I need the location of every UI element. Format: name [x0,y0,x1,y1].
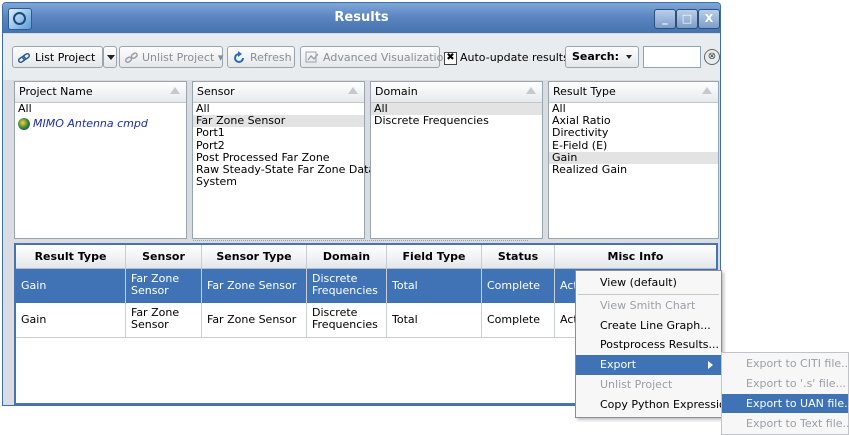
result-type-filter-pane: Result Type All Axial Ratio Directivity … [548,81,719,239]
menu-item-export-citi[interactable]: Export to CITI file... [722,354,849,373]
domain-filter-item[interactable]: Discrete Frequencies [371,115,542,127]
sensor-filter-item[interactable]: Port2 [193,139,364,152]
window-title: Results [334,10,389,25]
cell-field-type: Total [387,303,482,337]
minimize-button[interactable]: _ [654,9,676,29]
project-filter-header[interactable]: Project Name [15,82,186,103]
cell-result-type: Gain [16,303,126,337]
column-header-domain[interactable]: Domain [307,245,387,268]
menu-item-copy-python-expression[interactable]: Copy Python Expression [576,395,733,415]
result-type-filter-item[interactable]: E-Field (E) [549,139,718,152]
cell-domain: Discrete Frequencies [307,269,387,303]
cell-result-type: Gain [16,269,126,303]
menu-separator [578,294,719,295]
sort-icon [702,87,712,94]
menu-item-view-default[interactable]: View (default) [576,273,721,293]
project-filter-pane: Project Name All MIMO Antenna cmpd [14,81,187,239]
auto-update-label: Auto-update results [460,51,569,64]
table-header: Result Type Sensor Sensor Type Domain Fi… [16,245,716,269]
cell-field-type: Total [387,269,482,303]
list-project-button[interactable]: List Project [12,46,103,68]
advanced-visualization-button[interactable]: Advanced Visualization [300,46,450,68]
menu-item-export-uan[interactable]: Export to UAN file... [722,394,849,413]
menu-item-export[interactable]: Export [576,355,721,375]
chevron-down-icon [626,55,632,59]
unlist-dropdown-caret: ▾ [217,51,224,64]
project-globe-icon [18,118,30,131]
cell-status: Complete [482,269,555,303]
close-button[interactable]: X [698,9,720,29]
column-header-sensor[interactable]: Sensor [126,245,202,268]
auto-update-checkbox[interactable]: ✖ [444,52,457,65]
unlist-project-label: Unlist Project [142,51,215,64]
unlist-project-button[interactable]: Unlist Project ▾ [119,46,223,68]
title-bar[interactable]: Results _ □ X [3,3,720,33]
search-label: Search: [572,50,619,63]
sort-icon [348,87,358,94]
visualization-icon [305,51,319,63]
cell-sensor: Far Zone Sensor [126,303,202,337]
cell-status: Complete [482,303,555,337]
menu-item-export-text[interactable]: Export to Text file... [722,414,849,433]
submenu-arrow-icon [708,361,713,369]
cell-sensor-type: Far Zone Sensor [202,269,307,303]
column-header-field-type[interactable]: Field Type [387,245,482,268]
sensor-filter-pane: Sensor All Far Zone Sensor Port1 Port2 P… [192,81,375,239]
result-type-filter-item[interactable]: Realized Gain [549,163,718,176]
refresh-icon [234,51,244,63]
list-project-label: List Project [35,51,96,64]
search-mode-dropdown[interactable]: Search: [565,46,639,68]
export-submenu: Export to CITI file... Export to '.s' fi… [721,352,849,435]
link-icon [17,52,31,64]
project-filter-item[interactable]: MIMO Antenna cmpd [15,117,186,131]
column-header-misc-info[interactable]: Misc Info [555,245,716,268]
column-header-sensor-type[interactable]: Sensor Type [202,245,307,268]
search-input[interactable] [643,46,701,68]
cell-sensor-type: Far Zone Sensor [202,303,307,337]
maximize-button[interactable]: □ [676,9,698,29]
sensor-filter-item[interactable]: System [193,176,364,188]
list-project-dropdown[interactable] [103,46,117,68]
project-filter-item[interactable]: All [15,102,186,115]
sort-icon [170,87,180,94]
sensor-filter-item[interactable]: Port1 [193,127,364,139]
refresh-button[interactable]: Refresh [227,46,295,68]
result-type-filter-header[interactable]: Result Type [549,82,718,103]
advanced-visualization-label: Advanced Visualization [323,51,451,64]
refresh-label: Refresh [250,51,292,64]
domain-filter-pane: Domain All Discrete Frequencies [370,81,543,239]
cell-sensor: Far Zone Sensor [126,269,202,303]
menu-item-export-s-file[interactable]: Export to '.s' file... [722,374,848,393]
column-header-status[interactable]: Status [482,245,555,268]
cell-domain: Discrete Frequencies [307,303,387,337]
context-menu: View (default) View Smith Chart Create L… [575,270,733,418]
domain-filter-header[interactable]: Domain [371,82,542,103]
menu-item-unlist-project[interactable]: Unlist Project [576,375,721,395]
unlink-icon [124,52,138,64]
menu-item-create-line-graph[interactable]: Create Line Graph... [576,316,721,336]
menu-item-view-smith-chart[interactable]: View Smith Chart [576,296,721,316]
toolbar: List Project Unlist Project ▾ Refresh Ad… [3,34,720,80]
clear-search-icon[interactable]: ⊗ [704,49,720,65]
result-type-filter-item[interactable]: Directivity [549,127,718,139]
column-header-result-type[interactable]: Result Type [16,245,126,268]
sensor-filter-header[interactable]: Sensor [193,82,364,103]
menu-item-postprocess-results[interactable]: Postprocess Results... [576,335,721,355]
sort-icon [526,87,536,94]
